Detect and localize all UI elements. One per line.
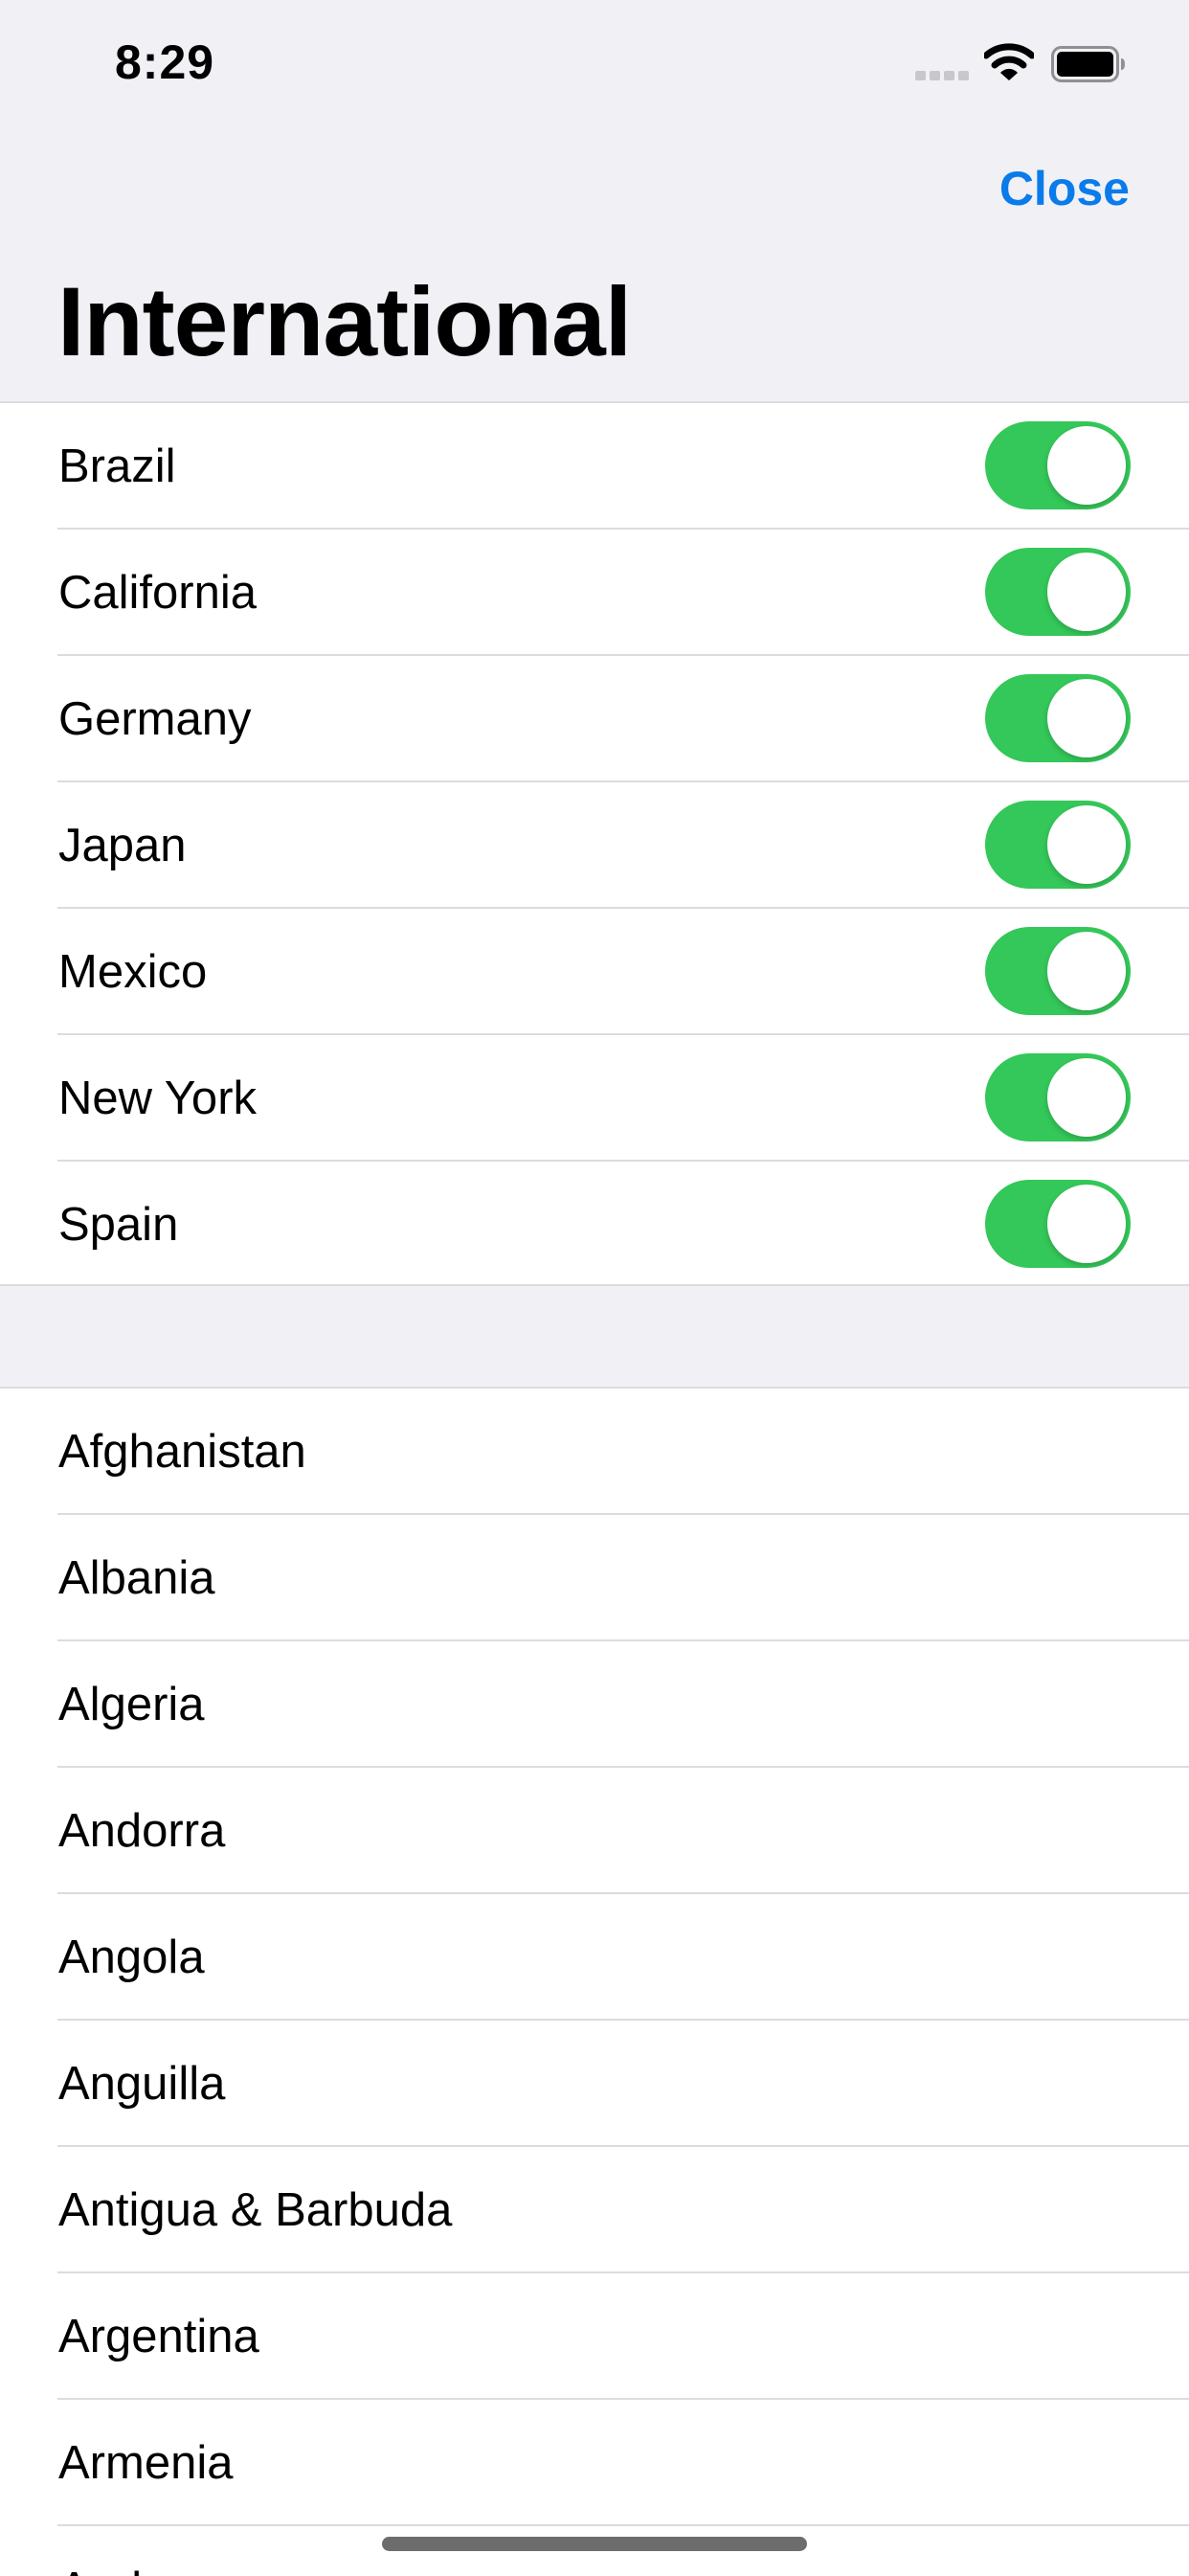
country-row-armenia[interactable]: Armenia bbox=[0, 2400, 1189, 2526]
country-row-albania[interactable]: Albania bbox=[0, 1515, 1189, 1641]
cellular-signal-icon bbox=[915, 71, 969, 80]
toggle-row-japan: Japan bbox=[0, 782, 1189, 909]
country-list: Afghanistan Albania Algeria Andorra Ango… bbox=[0, 1387, 1189, 2576]
country-row-anguilla[interactable]: Anguilla bbox=[0, 2021, 1189, 2147]
row-label: Spain bbox=[58, 1199, 179, 1251]
country-label: Angola bbox=[58, 1932, 205, 1983]
country-label: Afghanistan bbox=[58, 1426, 306, 1478]
toggle-knob bbox=[1047, 805, 1126, 884]
country-label: Algeria bbox=[58, 1679, 205, 1730]
row-label: Germany bbox=[58, 693, 252, 745]
toggle-row-spain: Spain bbox=[0, 1162, 1189, 1284]
country-label: Argentina bbox=[58, 2311, 259, 2362]
toggle-row-germany: Germany bbox=[0, 656, 1189, 782]
new-york-toggle[interactable] bbox=[985, 1053, 1131, 1141]
toggle-knob bbox=[1047, 426, 1126, 505]
page-title: International bbox=[57, 267, 632, 376]
country-row-aruba[interactable]: Aruba bbox=[0, 2526, 1189, 2576]
toggle-knob bbox=[1047, 679, 1126, 757]
country-label: Anguilla bbox=[58, 2058, 226, 2110]
close-button[interactable]: Close bbox=[999, 161, 1130, 216]
wifi-icon bbox=[984, 43, 1034, 80]
country-label: Aruba bbox=[58, 2526, 184, 2576]
toggle-knob bbox=[1047, 1058, 1126, 1137]
toggle-row-california: California bbox=[0, 530, 1189, 656]
germany-toggle[interactable] bbox=[985, 674, 1131, 762]
region-toggle-list: Brazil California Germany Japan Mexico N… bbox=[0, 401, 1189, 1286]
status-time: 8:29 bbox=[115, 35, 215, 89]
country-label: Andorra bbox=[58, 1805, 226, 1857]
toggle-knob bbox=[1047, 1185, 1126, 1263]
row-label: Mexico bbox=[58, 946, 208, 998]
toggle-knob bbox=[1047, 553, 1126, 631]
row-label: Brazil bbox=[58, 441, 176, 492]
country-row-angola[interactable]: Angola bbox=[0, 1894, 1189, 2021]
country-row-andorra[interactable]: Andorra bbox=[0, 1768, 1189, 1894]
country-label: Albania bbox=[58, 1552, 215, 1604]
mexico-toggle[interactable] bbox=[985, 927, 1131, 1015]
toggle-row-mexico: Mexico bbox=[0, 909, 1189, 1035]
country-label: Antigua & Barbuda bbox=[58, 2184, 453, 2236]
status-bar: 8:29 bbox=[0, 0, 1189, 126]
toggle-knob bbox=[1047, 932, 1126, 1010]
california-toggle[interactable] bbox=[985, 548, 1131, 636]
country-row-antigua-barbuda[interactable]: Antigua & Barbuda bbox=[0, 2147, 1189, 2273]
country-row-afghanistan[interactable]: Afghanistan bbox=[0, 1389, 1189, 1515]
spain-toggle[interactable] bbox=[985, 1180, 1131, 1268]
country-label: Armenia bbox=[58, 2437, 234, 2489]
japan-toggle[interactable] bbox=[985, 801, 1131, 889]
battery-icon bbox=[1051, 46, 1125, 82]
country-row-argentina[interactable]: Argentina bbox=[0, 2273, 1189, 2400]
row-label: Japan bbox=[58, 820, 187, 871]
country-row-algeria[interactable]: Algeria bbox=[0, 1641, 1189, 1768]
brazil-toggle[interactable] bbox=[985, 421, 1131, 509]
toggle-row-new-york: New York bbox=[0, 1035, 1189, 1162]
home-indicator[interactable] bbox=[382, 2537, 807, 2551]
row-label: New York bbox=[58, 1073, 258, 1124]
toggle-row-brazil: Brazil bbox=[0, 403, 1189, 530]
row-label: California bbox=[58, 567, 257, 619]
